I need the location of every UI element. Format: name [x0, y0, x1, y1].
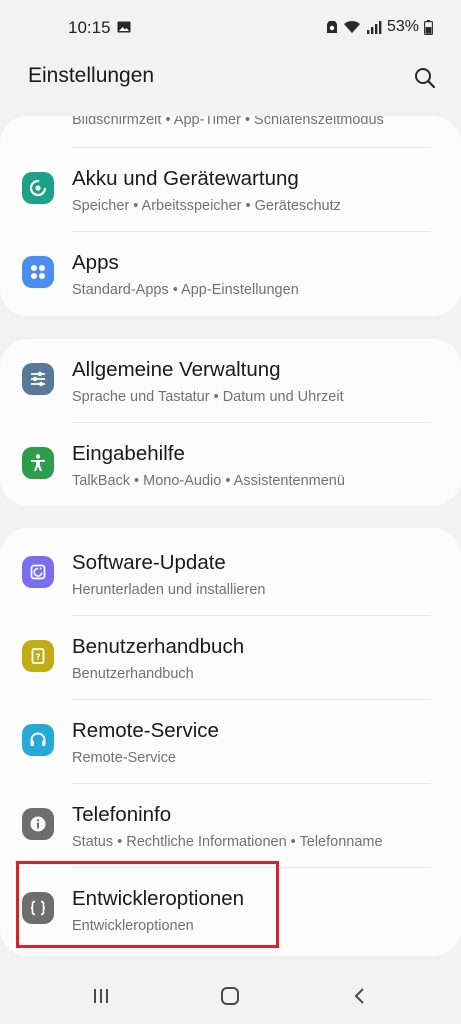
settings-item-subtitle: Remote-Service	[72, 750, 176, 766]
settings-item-general-management[interactable]: Allgemeine Verwaltung Sprache und Tastat…	[0, 339, 461, 423]
back-icon	[354, 988, 364, 1004]
developer-options-highlight	[16, 861, 279, 948]
wifi-icon	[343, 20, 360, 33]
manual-icon: ?	[22, 640, 54, 672]
search-icon	[415, 68, 436, 89]
recents-icon	[94, 989, 108, 1003]
settings-item-subtitle: Standard-Apps • App-Einstellungen	[72, 282, 299, 298]
search-button[interactable]	[410, 63, 440, 93]
notification-app-icon	[326, 21, 337, 33]
settings-group-2: Allgemeine Verwaltung Sprache und Tastat…	[0, 339, 461, 506]
settings-item-title: Benutzerhandbuch	[72, 635, 245, 658]
apps-icon	[22, 256, 54, 288]
settings-item-title: Apps	[72, 251, 119, 274]
battery-percent: 53%	[386, 18, 419, 35]
svg-text:?: ?	[35, 653, 40, 663]
settings-item-subtitle: TalkBack • Mono-Audio • Assistentenmenü	[72, 473, 345, 489]
settings-item-subtitle: Benutzerhandbuch	[72, 666, 194, 682]
settings-item-title: Remote-Service	[72, 719, 219, 742]
settings-item-title: Telefoninfo	[72, 803, 172, 826]
sliders-icon	[22, 363, 54, 395]
device-care-icon	[22, 172, 54, 204]
settings-item-remote-service[interactable]: Remote-Service Remote-Service	[0, 700, 461, 784]
settings-item-subtitle: Herunterladen und installieren	[72, 582, 266, 598]
headset-icon	[22, 724, 54, 756]
status-time: 10:15	[68, 18, 111, 37]
app-header: Einstellungen	[0, 56, 461, 100]
settings-item-title: Software-Update	[72, 551, 226, 574]
battery-icon	[424, 19, 433, 35]
settings-item-subtitle: Status • Rechtliche Informationen • Tele…	[72, 834, 383, 850]
accessibility-icon	[22, 447, 54, 479]
status-bar: 10:15 53%	[0, 0, 461, 56]
home-button[interactable]	[216, 984, 244, 1008]
page-title: Einstellungen	[28, 64, 155, 87]
navigation-bar	[0, 966, 461, 1024]
settings-item-subtitle: Sprache und Tastatur • Datum und Uhrzeit	[72, 389, 344, 405]
home-icon	[221, 987, 239, 1005]
software-update-icon	[22, 556, 54, 588]
settings-item-accessibility[interactable]: Eingabehilfe TalkBack • Mono-Audio • Ass…	[0, 423, 461, 506]
settings-item-title: Allgemeine Verwaltung	[72, 358, 281, 381]
settings-item-title: Eingabehilfe	[72, 442, 185, 465]
settings-item-battery-device-care[interactable]: Akku und Gerätewartung Speicher • Arbeit…	[0, 148, 461, 232]
gallery-icon	[117, 21, 131, 33]
info-icon	[22, 808, 54, 840]
settings-item-digital-wellbeing[interactable]: Bildschirmzeit • App-Timer • Schlafensze…	[0, 116, 461, 148]
settings-item-title: Akku und Gerätewartung	[72, 167, 299, 190]
settings-item-software-update[interactable]: Software-Update Herunterladen und instal…	[0, 532, 461, 616]
back-button[interactable]	[346, 984, 374, 1008]
recents-button[interactable]	[87, 984, 115, 1008]
settings-item-user-manual[interactable]: ? Benutzerhandbuch Benutzerhandbuch	[0, 616, 461, 700]
signal-icon	[366, 21, 382, 34]
settings-item-apps[interactable]: Apps Standard-Apps • App-Einstellungen	[0, 232, 461, 316]
settings-group-1: Bildschirmzeit • App-Timer • Schlafensze…	[0, 116, 461, 316]
settings-item-phone-info[interactable]: Telefoninfo Status • Rechtliche Informat…	[0, 784, 461, 868]
settings-item-subtitle: Bildschirmzeit • App-Timer • Schlafensze…	[72, 116, 384, 128]
settings-item-subtitle: Speicher • Arbeitsspeicher • Geräteschut…	[72, 198, 341, 214]
